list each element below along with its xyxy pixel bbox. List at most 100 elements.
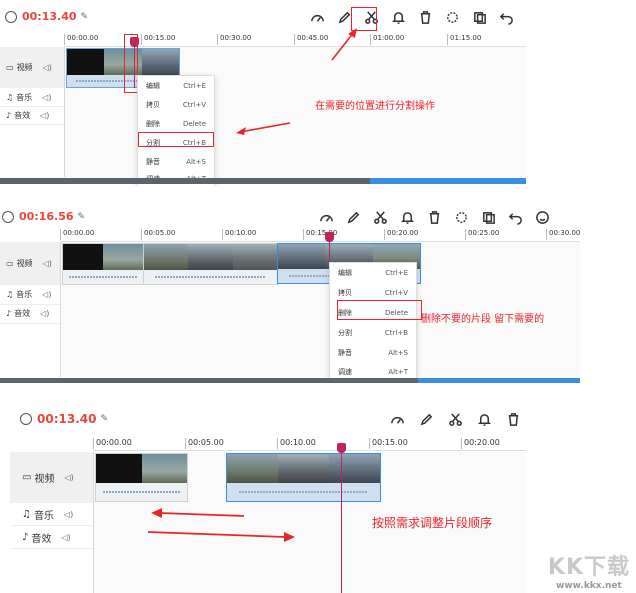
watermark: KK下载 www.kkx.net bbox=[547, 555, 630, 591]
edit-time-icon[interactable]: ✎ bbox=[100, 414, 108, 424]
mute-icon[interactable]: ◁) bbox=[40, 309, 49, 318]
current-time: 00:13.40 ✎ bbox=[20, 412, 108, 426]
trash-icon[interactable] bbox=[425, 208, 443, 226]
editor-panel-2: 00:16.56 ✎ 00:00.00 00:05.00 00:10.00 00… bbox=[0, 200, 580, 383]
menu-item-mute[interactable]: 静音 Alt+S bbox=[138, 152, 214, 171]
editor-panel-1: 00:13.40 ✎ 00:00.00 00:15.00 00:30.00 00… bbox=[0, 0, 526, 186]
clock-icon bbox=[5, 10, 17, 23]
context-menu: 编辑 Ctrl+E 拷贝 Ctrl+V 删除 Delete 分割 Ctrl+B 静音 Al… bbox=[137, 75, 215, 186]
scissors-icon[interactable] bbox=[371, 208, 389, 226]
ruler-tick: 00:00.00 bbox=[64, 34, 98, 45]
arrow-to-scissors bbox=[331, 28, 357, 61]
track-sfx: ♪ 音效 ◁) bbox=[0, 304, 60, 324]
mute-icon[interactable]: ◁) bbox=[64, 473, 73, 482]
undo-icon[interactable] bbox=[506, 208, 524, 226]
ruler-tick: 00:10.00 bbox=[277, 438, 316, 449]
ruler-tick: 00:45.00 bbox=[294, 34, 328, 45]
speed-icon[interactable] bbox=[317, 208, 335, 226]
copy-icon[interactable] bbox=[470, 8, 488, 26]
ruler-tick: 00:20.00 bbox=[461, 438, 500, 449]
instruction-note: 按照需求调整片段顺序 bbox=[372, 516, 493, 530]
undo-icon[interactable] bbox=[497, 8, 515, 26]
ruler-tick: 00:00.00 bbox=[93, 438, 132, 449]
instruction-note: 在需要的位置进行分割操作 bbox=[315, 101, 435, 112]
bell-icon[interactable] bbox=[475, 410, 493, 428]
arrow-move-right bbox=[147, 531, 295, 542]
video-camera-icon: ▭ bbox=[6, 62, 14, 72]
ruler-tick: 00:05.00 bbox=[141, 229, 175, 240]
track-video: ▭ 视频 ◁) bbox=[10, 452, 93, 503]
ruler-tick: 00:00.00 bbox=[60, 229, 94, 240]
scrollbar-thumb[interactable] bbox=[418, 378, 580, 383]
menu-item-copy[interactable]: 拷贝 Ctrl+V bbox=[138, 95, 214, 114]
instruction-note: 删除不要的片段 留下需要的 bbox=[421, 314, 545, 325]
speed-icon[interactable] bbox=[308, 8, 326, 26]
tool-group bbox=[388, 410, 522, 428]
sound-effect-icon: ♪ bbox=[22, 531, 29, 543]
current-time: 00:13.40 ✎ bbox=[5, 10, 88, 23]
menu-item-split[interactable]: 分割 Ctrl+B bbox=[330, 323, 416, 343]
scissors-icon[interactable] bbox=[446, 410, 464, 428]
video-clip[interactable] bbox=[62, 243, 144, 285]
menu-item-delete[interactable]: 删除 Delete bbox=[138, 114, 214, 133]
ruler-tick: 00:30.00 bbox=[546, 229, 580, 240]
ruler-tick: 00:15.00 bbox=[141, 34, 175, 45]
timeline-ruler: 00:00.00 00:05.00 00:10.00 00:15.00 00:2… bbox=[60, 229, 580, 242]
video-clip-selected[interactable] bbox=[226, 453, 381, 502]
speed-icon[interactable] bbox=[388, 410, 406, 428]
split-highlight bbox=[138, 132, 214, 147]
clock-icon bbox=[20, 413, 32, 425]
playhead[interactable] bbox=[337, 443, 346, 593]
mute-icon[interactable]: ◁) bbox=[64, 510, 73, 519]
track-music: ♫ 音乐 ◁) bbox=[10, 503, 93, 526]
mute-icon[interactable]: ◁) bbox=[42, 93, 51, 102]
video-camera-icon: ▭ bbox=[22, 471, 32, 483]
replace-icon[interactable] bbox=[452, 208, 470, 226]
ruler-tick: 00:25.00 bbox=[465, 229, 499, 240]
menu-item-mute[interactable]: 静音 Alt+S bbox=[330, 343, 416, 363]
mute-icon[interactable]: ◁) bbox=[42, 290, 51, 299]
copy-icon[interactable] bbox=[479, 208, 497, 226]
track-video: ▭ 视频 ◁) bbox=[0, 47, 64, 88]
emoji-icon[interactable] bbox=[533, 208, 551, 226]
ruler-tick: 01:00.00 bbox=[370, 34, 404, 45]
edit-time-icon[interactable]: ✎ bbox=[78, 212, 86, 222]
toolbar: 00:13.40 ✎ bbox=[10, 400, 526, 436]
ruler-tick: 00:20.00 bbox=[384, 229, 418, 240]
menu-item-edit[interactable]: 编辑 Ctrl+E bbox=[138, 76, 214, 95]
current-time: 00:16.56 ✎ bbox=[2, 210, 85, 223]
bell-icon[interactable] bbox=[398, 208, 416, 226]
ruler-tick: 00:30.00 bbox=[217, 34, 251, 45]
mute-icon[interactable]: ◁) bbox=[61, 533, 70, 542]
pen-icon[interactable] bbox=[344, 208, 362, 226]
ruler-tick: 00:15.00 bbox=[369, 438, 408, 449]
tool-group bbox=[308, 8, 526, 26]
trash-icon[interactable] bbox=[416, 8, 434, 26]
mute-icon[interactable]: ◁) bbox=[43, 259, 52, 268]
mute-icon[interactable]: ◁) bbox=[40, 111, 49, 120]
sound-effect-icon: ♪ bbox=[6, 309, 12, 318]
mute-icon[interactable]: ◁) bbox=[43, 63, 52, 72]
video-clip[interactable] bbox=[95, 453, 188, 502]
track-sfx: ♪ 音效 ◁) bbox=[0, 106, 64, 125]
track-video: ▭ 视频 ◁) bbox=[0, 242, 60, 285]
emoji-icon[interactable] bbox=[524, 8, 526, 26]
timeline-ruler: 00:00.00 00:05.00 00:10.00 00:15.00 00:2… bbox=[93, 438, 526, 451]
ruler-tick: 00:05.00 bbox=[185, 438, 224, 449]
replace-icon[interactable] bbox=[443, 8, 461, 26]
trash-icon[interactable] bbox=[504, 410, 522, 428]
track-music: ♫ 音乐 ◁) bbox=[0, 88, 64, 107]
music-note-icon: ♫ bbox=[6, 290, 14, 299]
music-note-icon: ♫ bbox=[22, 508, 31, 520]
video-clip[interactable] bbox=[143, 243, 278, 285]
editor-panel-3: 00:13.40 ✎ 00:00.00 00:05.00 00:10.00 00… bbox=[10, 400, 526, 593]
scrollbar-thumb[interactable] bbox=[370, 178, 526, 184]
pen-icon[interactable] bbox=[417, 410, 435, 428]
menu-item-edit[interactable]: 编辑 Ctrl+E bbox=[330, 263, 416, 283]
context-menu: 编辑 Ctrl+E 拷贝 Ctrl+V 删除 Delete 分割 Ctrl+B 静音 Al… bbox=[329, 262, 417, 383]
track-music: ♫ 音乐 ◁) bbox=[0, 285, 60, 305]
delete-highlight bbox=[337, 300, 422, 320]
bell-icon[interactable] bbox=[389, 8, 407, 26]
playhead-highlight bbox=[124, 34, 138, 93]
edit-time-icon[interactable]: ✎ bbox=[81, 12, 89, 22]
